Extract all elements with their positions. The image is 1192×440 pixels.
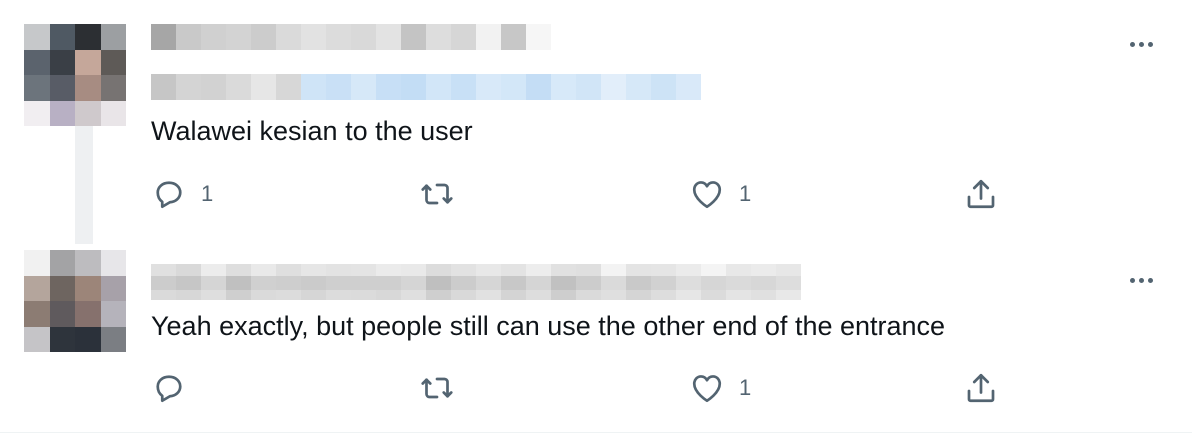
tweet: Yeah exactly, but people still can use t… — [0, 240, 1192, 432]
tweet: Walawei kesian to the user 1 1 — [0, 0, 1192, 240]
like-count: 1 — [739, 375, 752, 400]
retweet-icon — [421, 183, 453, 205]
reply-button[interactable]: 1 — [151, 176, 213, 212]
author-name-redacted[interactable] — [151, 24, 551, 50]
author-handle-redacted[interactable] — [151, 276, 801, 300]
reply-count: 1 — [201, 181, 214, 206]
share-button[interactable] — [963, 176, 999, 212]
retweet-button[interactable] — [419, 176, 469, 212]
avatar[interactable] — [24, 250, 126, 352]
tweet-text: Yeah exactly, but people still can use t… — [151, 311, 946, 341]
avatar[interactable] — [24, 24, 126, 126]
more-horizontal-icon — [1129, 41, 1135, 47]
reply-icon — [156, 375, 182, 403]
reply-button[interactable] — [151, 370, 201, 406]
retweet-button[interactable] — [419, 370, 469, 406]
like-count: 1 — [739, 181, 752, 206]
tweet-text: Walawei kesian to the user — [151, 116, 473, 146]
more-horizontal-icon — [1129, 277, 1135, 283]
replying-to-redacted[interactable] — [151, 74, 701, 100]
share-icon — [967, 373, 995, 403]
heart-icon — [692, 375, 722, 403]
like-button[interactable]: 1 — [689, 370, 751, 406]
share-icon — [967, 179, 995, 209]
share-button[interactable] — [963, 370, 999, 406]
heart-icon — [692, 181, 722, 209]
reply-icon — [156, 181, 182, 209]
tweet-divider — [0, 432, 1192, 433]
more-options-button[interactable] — [1125, 34, 1157, 54]
retweet-icon — [421, 377, 453, 399]
like-button[interactable]: 1 — [689, 176, 751, 212]
more-options-button[interactable] — [1125, 270, 1157, 290]
